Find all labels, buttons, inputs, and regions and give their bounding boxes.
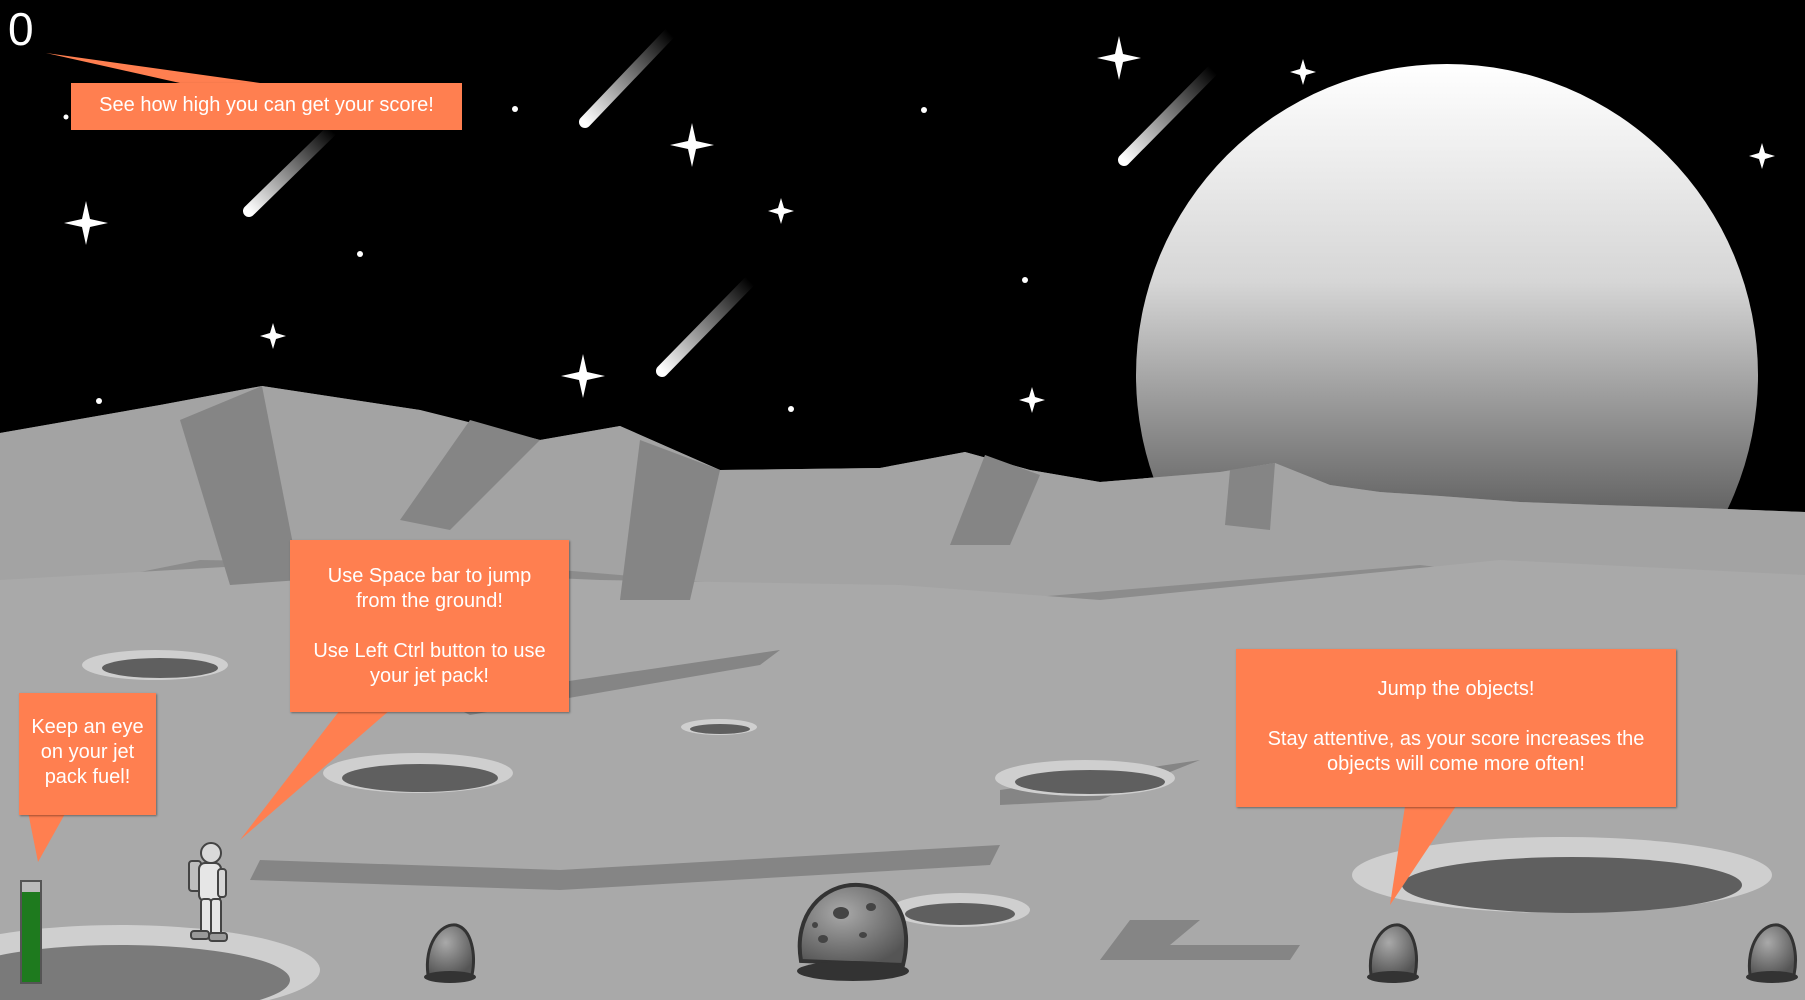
tip-fuel-bubble: Keep an eye on your jet pack fuel! <box>19 693 156 815</box>
star <box>512 106 518 112</box>
tip-fuel-line1: Keep an eye <box>31 716 144 738</box>
tip-score-bubble: See how high you can get your score! <box>71 83 462 130</box>
star <box>1022 277 1028 283</box>
score-counter: 0 <box>8 3 34 55</box>
tip-controls-line1: Use Space bar to jump <box>327 565 532 587</box>
tip-fuel-line3: pack fuel! <box>44 766 131 788</box>
tip-controls-line4: your jet pack! <box>370 665 489 687</box>
tip-objects-line3: objects will come more often! <box>1327 753 1585 775</box>
star <box>788 406 794 412</box>
lunar-scene <box>0 0 1805 1000</box>
star <box>921 107 927 113</box>
tip-score-text: See how high you can get your score! <box>99 94 434 116</box>
star <box>63 114 69 120</box>
tip-objects-line1: Jump the objects! <box>1377 678 1535 700</box>
jetpack-fuel-gauge <box>20 880 42 984</box>
tip-controls-bubble: Use Space bar to jump from the ground! U… <box>290 540 569 712</box>
star <box>357 251 363 257</box>
game-canvas[interactable]: 0 See how high you can get your score! U… <box>0 0 1805 1000</box>
jetpack-fuel-level <box>22 892 40 982</box>
tip-objects-bubble: Jump the objects! Stay attentive, as you… <box>1236 649 1676 807</box>
tip-objects-line2: Stay attentive, as your score increases … <box>1267 728 1645 750</box>
tip-controls-line3: Use Left Ctrl button to use <box>313 640 546 662</box>
tip-fuel-line2: on your jet <box>40 741 135 763</box>
tip-controls-line2: from the ground! <box>356 590 503 612</box>
star <box>96 398 102 404</box>
